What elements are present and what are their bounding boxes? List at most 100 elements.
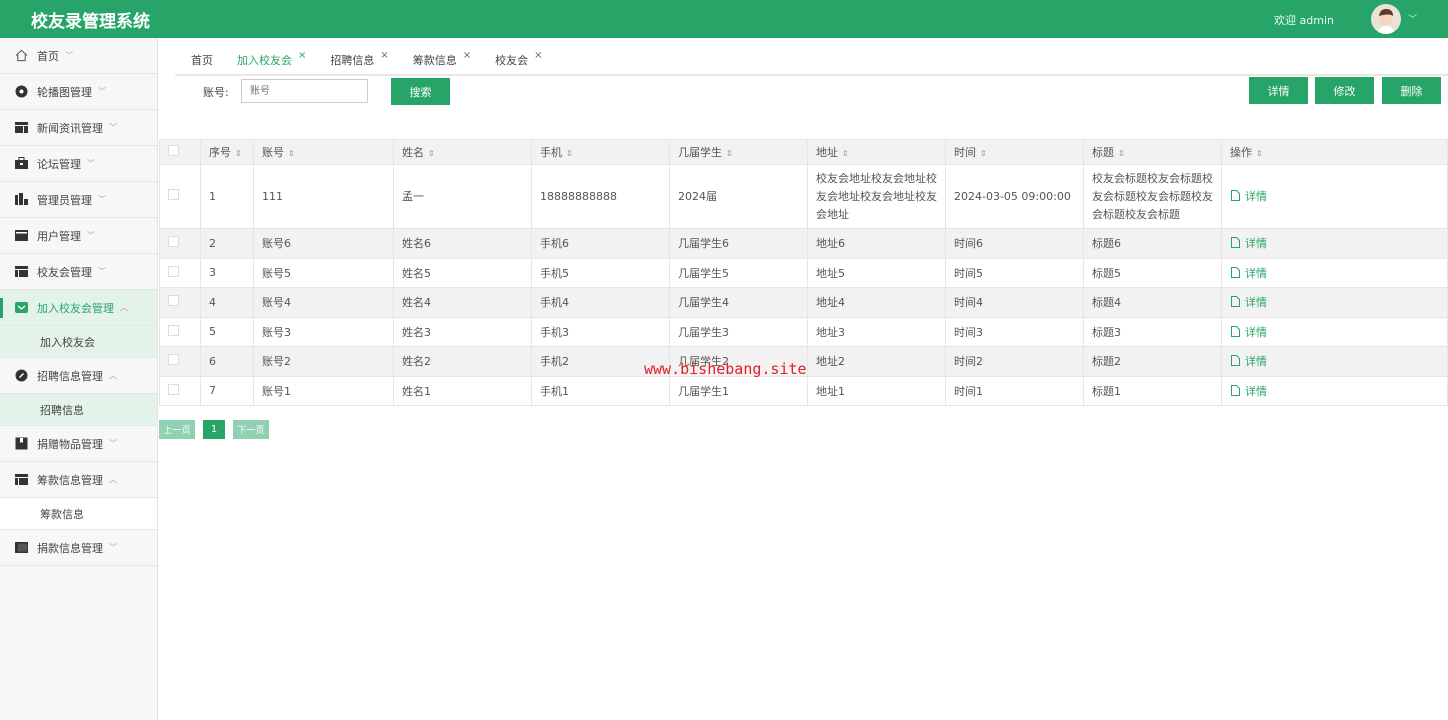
prev-page-button[interactable]: 上一页 [159,420,195,439]
row-checkbox[interactable] [159,346,201,377]
close-icon[interactable]: × [534,50,542,61]
sort-icon[interactable]: ⇕ [726,149,733,158]
table-cell: 时间6 [945,228,1084,259]
edit-button[interactable]: 修改 [1315,77,1374,104]
sort-icon[interactable]: ⇕ [842,149,849,158]
account-label: 账号: [203,86,229,99]
column-header[interactable]: 序号 ⇕ [200,139,254,165]
table-cell: 6 [200,346,254,377]
table-cell: 孟一 [393,164,532,229]
row-checkbox[interactable] [159,228,201,259]
row-checkbox[interactable] [159,164,201,229]
sidebar-item-11[interactable]: 捐款信息管理 ﹀ [0,530,157,566]
tab-0[interactable]: 首页 [175,48,221,72]
account-search-input[interactable] [241,79,368,103]
sidebar-item-5[interactable]: 用户管理 ﹀ [0,218,157,254]
column-header[interactable]: 地址 ⇕ [807,139,946,165]
row-checkbox[interactable] [159,287,201,318]
table-row: 4 账号4 姓名4 手机4 几届学生4 地址4 时间4 标题4 详情 [159,287,1448,318]
close-icon[interactable]: × [298,50,306,61]
tab-4[interactable]: 校友会 × [479,48,550,72]
table-cell: 地址6 [807,228,946,259]
sidebar-item-3[interactable]: 论坛管理 ﹀ [0,146,157,182]
sidebar-item-9[interactable]: 捐赠物品管理 ﹀ [0,426,157,462]
sort-icon[interactable]: ⇕ [980,149,987,158]
sidebar-item-label: 捐赠物品管理 [37,437,103,451]
search-button[interactable]: 搜索 [391,78,450,105]
table-cell: 时间4 [945,287,1084,318]
column-header[interactable]: 姓名 ⇕ [393,139,532,165]
sort-icon[interactable]: ⇕ [1256,149,1263,158]
tab-bar: 首页 加入校友会 × 招聘信息 × 筹款信息 × 校友会 × [175,48,1448,76]
sidebar-item-label: 首页 [37,49,59,63]
row-checkbox[interactable] [159,375,201,406]
detail-link[interactable]: 详情 [1221,287,1448,318]
sidebar-item-10[interactable]: 筹款信息管理 ︿ [0,462,157,498]
table-cell: 账号4 [253,287,394,318]
table-row: 1 111 孟一 18888888888 2024届 校友会地址校友会地址校友会地址校友会… [159,164,1448,229]
table-cell: 账号1 [253,375,394,406]
sidebar-item-1[interactable]: 轮播图管理 ﹀ [0,74,157,110]
detail-link[interactable]: 详情 [1221,316,1448,347]
table-cell: 手机6 [531,228,670,259]
row-checkbox[interactable] [159,316,201,347]
table-cell: 标题2 [1083,346,1222,377]
column-header[interactable]: 时间 ⇕ [945,139,1084,165]
chevron-down-icon: ﹀ [109,123,117,132]
detail-link[interactable]: 详情 [1221,375,1448,406]
tab-2[interactable]: 招聘信息 × [314,48,396,72]
sidebar-subitem-8[interactable]: 招聘信息 [0,394,157,426]
detail-button[interactable]: 详情 [1249,77,1308,104]
sort-icon[interactable]: ⇕ [288,149,295,158]
briefcase-icon [14,157,28,171]
row-checkbox[interactable] [159,257,201,288]
detail-link[interactable]: 详情 [1221,346,1448,377]
sidebar-subitem-7[interactable]: 加入校友会 [0,326,157,358]
chevron-down-icon[interactable]: ﹀ [1408,12,1417,25]
sidebar-item-6[interactable]: 校友会管理 ﹀ [0,254,157,290]
chevron-down-icon: ﹀ [98,195,106,204]
sidebar-item-4[interactable]: 管理员管理 ﹀ [0,182,157,218]
sidebar-item-0[interactable]: 首页 ﹀ [0,38,157,74]
column-header[interactable]: 手机 ⇕ [531,139,670,165]
column-header[interactable]: 几届学生 ⇕ [669,139,808,165]
avatar[interactable] [1371,4,1401,34]
page-1-button[interactable]: 1 [203,420,225,439]
select-all-checkbox[interactable] [159,139,201,165]
table-cell: 手机1 [531,375,670,406]
sidebar-item-8[interactable]: 招聘信息管理 ︿ [0,358,157,394]
sidebar-subitem-10[interactable]: 筹款信息 [0,498,157,530]
detail-link[interactable]: 详情 [1221,228,1448,259]
sidebar-item-2[interactable]: 新闻资讯管理 ﹀ [0,110,157,146]
close-icon[interactable]: × [463,50,471,61]
top-header: 校友录管理系统 欢迎 admin ﹀ [0,0,1448,38]
detail-link[interactable]: 详情 [1221,257,1448,288]
sidebar-item-label: 用户管理 [37,229,81,243]
delete-button[interactable]: 删除 [1382,77,1441,104]
sort-icon[interactable]: ⇕ [235,149,242,158]
sidebar-item-label: 加入校友会管理 [37,301,114,315]
tab-3[interactable]: 筹款信息 × [397,48,479,72]
detail-link[interactable]: 详情 [1221,164,1448,229]
table-cell: 111 [253,164,394,229]
table-cell: 姓名6 [393,228,532,259]
tab-1[interactable]: 加入校友会 × [221,48,314,72]
sort-icon[interactable]: ⇕ [428,149,435,158]
close-icon[interactable]: × [380,50,388,61]
chevron-down-icon: ﹀ [109,439,117,448]
column-header[interactable]: 操作 ⇕ [1221,139,1448,165]
table-cell: 几届学生4 [669,287,808,318]
sidebar-item-label: 轮播图管理 [37,85,92,99]
sidebar-item-label: 招聘信息管理 [37,369,103,383]
table-cell: 标题3 [1083,316,1222,347]
app-title: 校友录管理系统 [31,12,150,32]
sort-icon[interactable]: ⇕ [1118,149,1125,158]
table-cell: 时间5 [945,257,1084,288]
sidebar-item-7[interactable]: 加入校友会管理 ︿ [0,290,157,326]
column-header[interactable]: 账号 ⇕ [253,139,394,165]
column-header[interactable]: 标题 ⇕ [1083,139,1222,165]
next-page-button[interactable]: 下一页 [233,420,269,439]
chevron-down-icon: ﹀ [65,51,73,60]
sort-icon[interactable]: ⇕ [566,149,573,158]
chart-icon [14,193,28,207]
